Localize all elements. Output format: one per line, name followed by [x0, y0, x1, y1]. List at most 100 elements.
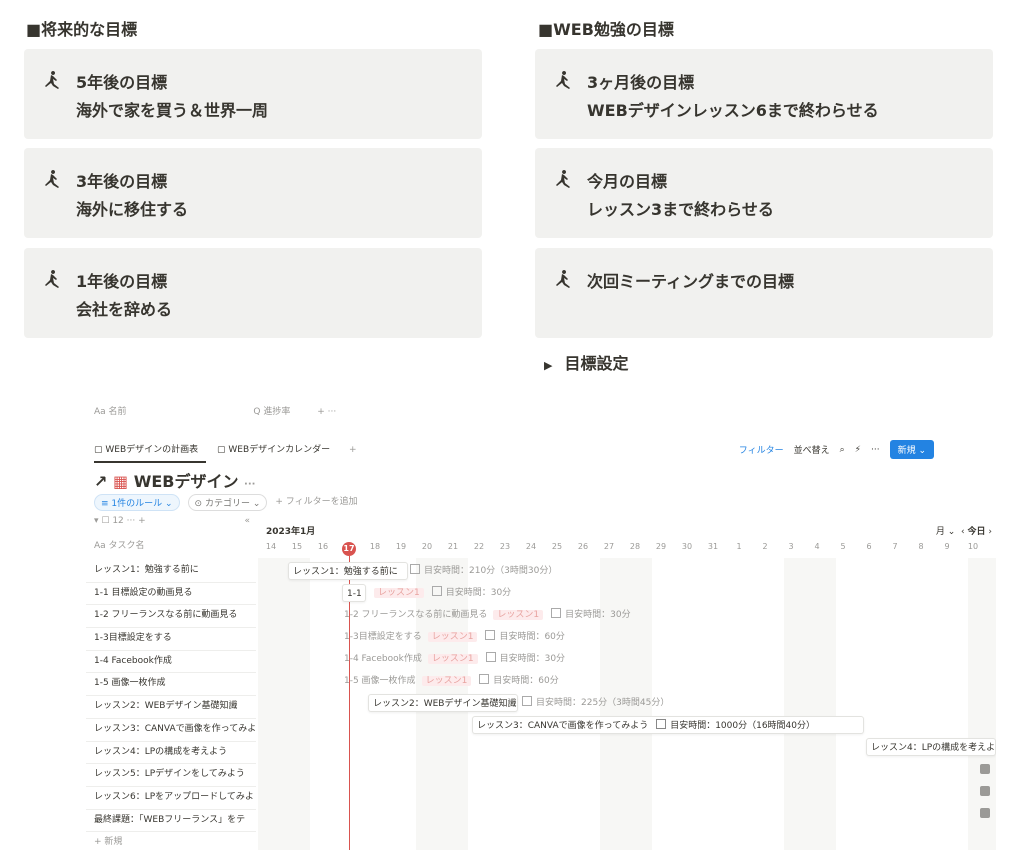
- day-label-today: 17: [336, 542, 362, 556]
- day-label: 16: [317, 542, 329, 551]
- timeline-bar: レッスン4：LPの構成を考えよ: [866, 738, 996, 756]
- add-filter: + フィルターを追加: [275, 497, 358, 507]
- bar-meta: 目安時間：210分（3時間30分）: [408, 562, 557, 580]
- card-title: 3年後の目標: [76, 172, 168, 191]
- day-label: 18: [369, 542, 381, 551]
- card-goal: 海外で家を買う＆世界一周: [76, 101, 269, 120]
- bar-meta: レッスン1 目安時間：30分: [368, 584, 511, 602]
- day-label: 1: [736, 542, 742, 551]
- search-icon: ⌕: [839, 444, 845, 455]
- list-item: レッスン2：WEBデザイン基礎知識: [86, 696, 256, 719]
- task-list-header: ▾ ☐ 12 ··· + «: [94, 516, 250, 526]
- add-tab: +: [349, 445, 357, 455]
- jumpman-icon: [45, 170, 59, 188]
- name-property: Aa 名前: [94, 407, 127, 417]
- list-item: レッスン6：LPをアップロードしてみよ: [86, 787, 256, 810]
- timeline-bar: レッスン1：勉強する前に: [288, 562, 408, 580]
- jumpman-icon: [45, 71, 59, 89]
- list-item: 1-5 画像一枚作成: [86, 673, 256, 697]
- day-label: 4: [814, 542, 820, 551]
- card-title: 5年後の目標: [76, 73, 168, 92]
- goal-setting-toggle[interactable]: ▶ 目標設定: [544, 350, 628, 374]
- card-title: 3ヶ月後の目標: [587, 73, 695, 92]
- list-item: 最終課題：「WEBフリーランス」をテ: [86, 810, 256, 833]
- timeline-nav: 月 ⌄ ‹ 今日 ›: [935, 527, 992, 537]
- bar-meta: 1-3目標設定をする レッスン1 目安時間：60分: [344, 630, 565, 642]
- day-label: 29: [655, 542, 667, 551]
- day-label: 15: [291, 542, 303, 551]
- timeline-month: 2023年1月: [266, 527, 316, 537]
- task-icon: [980, 764, 990, 774]
- database-title: ↗ ▦ WEBデザイン ···: [94, 472, 256, 491]
- goal-card-next-meeting[interactable]: 次回ミーティングまでの目標: [535, 248, 993, 338]
- progress-property: Q 進捗率: [253, 407, 291, 417]
- filter-chips: ≡ 1件のルール ⌄ ⊙ カテゴリー ⌄ + フィルターを追加: [94, 494, 358, 511]
- timeline: 2023年1月 月 ⌄ ‹ 今日 › 14 15 16 17 18 19 20 …: [258, 516, 996, 850]
- day-label: 2: [762, 542, 768, 551]
- jumpman-icon: [556, 71, 570, 89]
- add-row: + 新規: [94, 837, 123, 848]
- list-item: レッスン5：LPデザインをしてみよう: [86, 764, 256, 787]
- timeline-bar: 1-1 目標設定の動画見る: [342, 584, 366, 602]
- goal-card-3year[interactable]: 3年後の目標 海外に移住する: [24, 148, 482, 238]
- day-label: 28: [629, 542, 641, 551]
- goal-card-3month[interactable]: 3ヶ月後の目標 WEBデザインレッスン6まで終わらせる: [535, 49, 993, 139]
- card-goal: WEBデザインレッスン6まで終わらせる: [587, 101, 879, 120]
- day-label: 9: [944, 542, 950, 551]
- db-toolbar: フィルター 並べ替え ⌕ ⚡ ··· 新規 ⌄: [739, 440, 934, 459]
- day-label: 24: [525, 542, 537, 551]
- future-goals-heading: ■将来的な目標: [26, 20, 138, 39]
- day-label: 3: [788, 542, 794, 551]
- task-icon: [980, 786, 990, 796]
- task-icon: [980, 808, 990, 818]
- day-label: 6: [866, 542, 872, 551]
- day-label: 22: [473, 542, 485, 551]
- jumpman-icon: [45, 270, 59, 288]
- goal-card-1year[interactable]: 1年後の目標 会社を辞める: [24, 248, 482, 338]
- web-study-goals-heading: ■WEB勉強の目標: [538, 20, 674, 39]
- card-goal: レッスン3まで終わらせる: [587, 200, 774, 219]
- list-item: レッスン4：LPの構成を考えよう: [86, 742, 256, 765]
- sort-button: 並べ替え: [793, 446, 830, 456]
- jumpman-icon: [556, 270, 570, 288]
- calendar-icon: ▦: [112, 472, 129, 491]
- goal-card-5year[interactable]: 5年後の目標 海外で家を買う＆世界一周: [24, 49, 482, 139]
- tab-calendar: ▢ WEBデザインカレンダー: [217, 445, 331, 455]
- bar-meta: 目安時間：225分（3時間45分）: [520, 694, 669, 712]
- task-list: ▾ ☐ 12 ··· + « Aa タスク名 レッスン1：勉強する前に 1-1 目…: [86, 516, 256, 850]
- category-chip: ⊙ カテゴリー ⌄: [187, 494, 268, 511]
- day-header: 14 15 16 17 18 19 20 21 22 23 24 25 26 2…: [258, 542, 996, 558]
- day-label: 23: [499, 542, 511, 551]
- day-label: 30: [681, 542, 693, 551]
- day-label: 26: [577, 542, 589, 551]
- card-goal: 海外に移住する: [76, 200, 189, 219]
- rule-chip: ≡ 1件のルール ⌄: [94, 494, 180, 511]
- day-label: 25: [551, 542, 563, 551]
- day-label: 31: [707, 542, 719, 551]
- timeline-bar: レッスン2：WEBデザイン基礎知識: [368, 694, 518, 712]
- day-label: 5: [840, 542, 846, 551]
- day-label: 21: [447, 542, 459, 551]
- property-row: Aa 名前 Q 進捗率 + ···: [94, 404, 360, 417]
- jumpman-icon: [556, 170, 570, 188]
- toggle-triangle-icon: ▶: [544, 359, 553, 372]
- goal-card-month[interactable]: 今月の目標 レッスン3まで終わらせる: [535, 148, 993, 238]
- add-property: + ···: [317, 407, 337, 417]
- toggle-label: 目標設定: [564, 354, 629, 373]
- day-label: 8: [918, 542, 924, 551]
- day-label: 10: [967, 542, 979, 551]
- list-item: 1-2 フリーランスなる前に動画見る: [86, 605, 256, 629]
- day-label: 20: [421, 542, 433, 551]
- automation-icon: ⚡: [854, 444, 861, 455]
- list-item: 1-3目標設定をする: [86, 628, 256, 651]
- card-title: 次回ミーティングまでの目標: [587, 272, 795, 291]
- list-item: レッスン3：CANVAで画像を作ってみよ: [86, 719, 256, 742]
- card-goal: 会社を辞める: [76, 300, 173, 319]
- bar-meta: 1-2 フリーランスなる前に動画見る レッスン1 目安時間：30分: [344, 608, 631, 620]
- filter-button: フィルター: [738, 446, 784, 456]
- more-icon: ···: [870, 444, 880, 455]
- task-column-header: Aa タスク名: [94, 541, 145, 551]
- card-title: 1年後の目標: [76, 272, 168, 291]
- bar-meta: 1-4 Facebook作成 レッスン1 目安時間：30分: [344, 652, 566, 664]
- tab-plan: ▢ WEBデザインの計画表: [94, 445, 207, 463]
